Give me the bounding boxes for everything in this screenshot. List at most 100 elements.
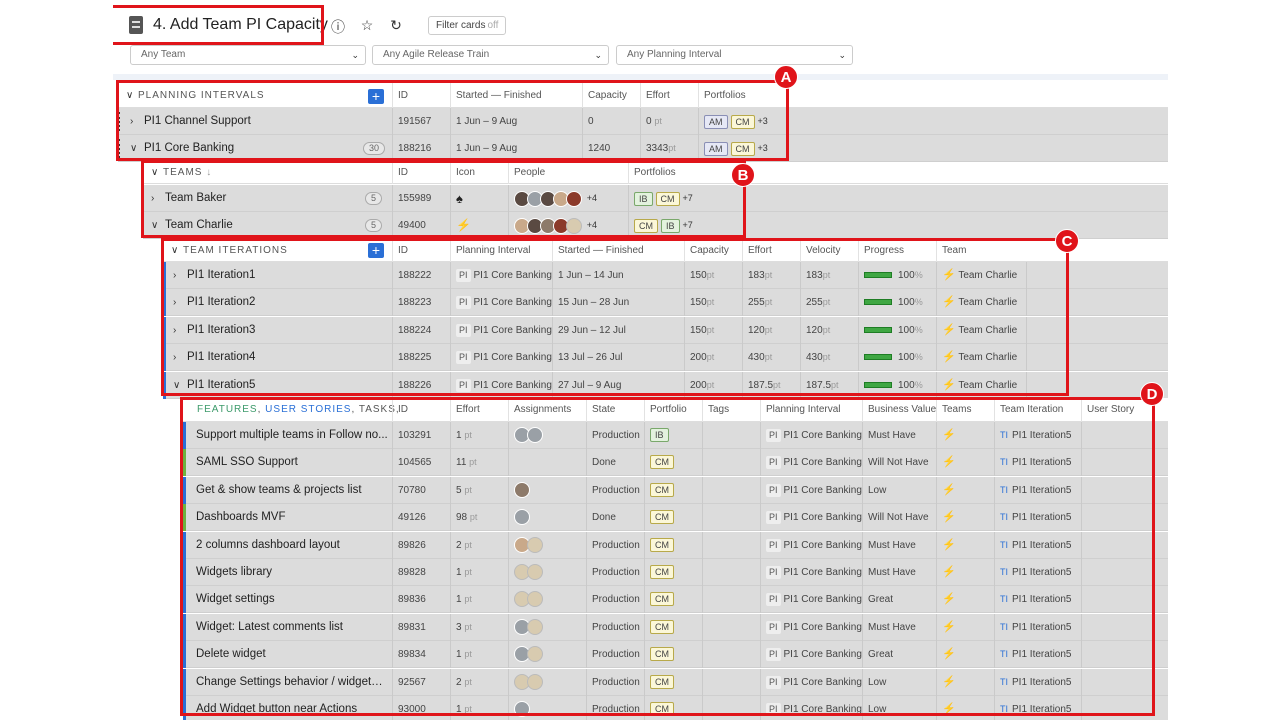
feature-name[interactable]: Support multiple teams in Follow no...: [196, 422, 388, 449]
col-capacity[interactable]: Capacity: [582, 83, 640, 108]
col-portfolios[interactable]: Portfolios: [628, 162, 718, 184]
feature-pi[interactable]: PI PI1 Core Banking: [760, 504, 862, 531]
feature-effort[interactable]: 2 pt: [450, 669, 508, 696]
col-dates[interactable]: Started — Finished: [450, 83, 582, 108]
chevron-right-icon[interactable]: ›: [151, 185, 165, 212]
feature-teams[interactable]: ⚡: [936, 532, 994, 559]
col-tags[interactable]: Tags: [702, 398, 760, 422]
feature-name[interactable]: Change Settings behavior / widgets ...: [196, 669, 388, 696]
feature-team-iteration[interactable]: TI PI1 Iteration5: [994, 449, 1081, 476]
feature-state[interactable]: Done: [586, 449, 644, 476]
team-name[interactable]: ∨ Team Charlie: [151, 212, 351, 239]
feature-user-story[interactable]: [1081, 696, 1168, 720]
chevron-right-icon[interactable]: ›: [130, 108, 144, 135]
col-id[interactable]: ID: [392, 83, 450, 108]
feature-effort[interactable]: 3 pt: [450, 614, 508, 641]
feature-tags[interactable]: [702, 477, 760, 504]
avatar[interactable]: [527, 591, 543, 608]
features-section[interactable]: FEATURES, USER STORIES, TASKS,: [197, 398, 400, 422]
feature-name[interactable]: SAML SSO Support: [196, 449, 388, 476]
col-portfolios[interactable]: Portfolios: [698, 83, 788, 108]
col-icon[interactable]: Icon: [450, 162, 508, 184]
filter-cards-toggle[interactable]: Filter cards off: [428, 16, 507, 35]
feature-row[interactable]: 2 columns dashboard layout 89826 2 pt Produ…: [183, 532, 1168, 559]
iteration-name[interactable]: › PI1 Iteration4: [173, 344, 383, 371]
feature-row[interactable]: Get & show teams & projects list 70780 5 p…: [183, 477, 1168, 504]
chevron-right-icon[interactable]: ›: [173, 262, 187, 289]
info-icon[interactable]: ⓘ: [330, 17, 346, 37]
pi-name[interactable]: ∨ PI1 Core Banking: [130, 135, 350, 162]
teams-section[interactable]: ∨ TEAMS ↓: [151, 162, 212, 184]
planning-intervals-section[interactable]: ∨ PLANNING INTERVALS: [126, 83, 265, 108]
feature-state[interactable]: Production: [586, 614, 644, 641]
feature-state[interactable]: Production: [586, 641, 644, 668]
portfolio-tag[interactable]: AM: [704, 114, 728, 129]
feature-team-iteration[interactable]: TI PI1 Iteration5: [994, 477, 1081, 504]
add-iteration-button[interactable]: +: [368, 243, 384, 258]
more-count[interactable]: +3: [758, 143, 768, 153]
portfolio-tag[interactable]: CM: [650, 620, 674, 635]
feature-user-story[interactable]: [1081, 504, 1168, 531]
col-portfolio[interactable]: Portfolio: [644, 398, 702, 422]
feature-assignments[interactable]: [508, 614, 586, 641]
feature-tags[interactable]: [702, 641, 760, 668]
feature-effort[interactable]: 1 pt: [450, 586, 508, 613]
feature-row[interactable]: Support multiple teams in Follow no... 10…: [183, 422, 1168, 449]
feature-pi[interactable]: PI PI1 Core Banking: [760, 477, 862, 504]
feature-user-story[interactable]: [1081, 449, 1168, 476]
col-team[interactable]: Team: [936, 239, 1026, 262]
col-people[interactable]: People: [508, 162, 628, 184]
iteration-capacity[interactable]: 200pt: [684, 372, 742, 399]
portfolio-tag[interactable]: IB: [634, 191, 653, 206]
feature-effort[interactable]: 1 pt: [450, 559, 508, 586]
people-more[interactable]: +4: [587, 193, 597, 203]
feature-row[interactable]: Widget: Latest comments list 89831 3 pt Pro…: [183, 614, 1168, 641]
feature-user-story[interactable]: [1081, 477, 1168, 504]
pi-row[interactable]: ∨ PI1 Core Banking 30 188216 1 Jun – 9 Au…: [118, 135, 1168, 162]
feature-tags[interactable]: [702, 696, 760, 720]
iteration-pi[interactable]: PI PI1 Core Banking: [450, 289, 552, 316]
avatar[interactable]: [566, 217, 582, 234]
feature-pi[interactable]: PI PI1 Core Banking: [760, 669, 862, 696]
portfolio-tag[interactable]: CM: [730, 141, 755, 156]
avatar[interactable]: [514, 701, 530, 718]
feature-assignments[interactable]: [508, 449, 586, 476]
pi-filter-dropdown[interactable]: Any Planning Interval ⌄: [616, 45, 853, 65]
feature-row[interactable]: Widget settings 89836 1 pt Production CM PI PI…: [183, 586, 1168, 613]
col-effort[interactable]: Effort: [742, 239, 800, 262]
feature-teams[interactable]: ⚡: [936, 449, 994, 476]
sort-arrow-icon[interactable]: ↓: [206, 167, 212, 178]
feature-pi[interactable]: PI PI1 Core Banking: [760, 449, 862, 476]
more-count[interactable]: +7: [683, 220, 693, 230]
chevron-right-icon[interactable]: ›: [173, 317, 187, 344]
feature-row[interactable]: Add Widget button near Actions 93000 1 pt P…: [183, 696, 1168, 720]
more-count[interactable]: +7: [683, 193, 693, 203]
feature-team-iteration[interactable]: TI PI1 Iteration5: [994, 532, 1081, 559]
team-row[interactable]: › Team Baker 5 155989 ♠ +4 IB CM +7: [143, 185, 1168, 212]
feature-name[interactable]: Add Widget button near Actions: [196, 696, 388, 720]
iteration-team[interactable]: ⚡ Team Charlie: [936, 262, 1026, 289]
iteration-team[interactable]: ⚡ Team Charlie: [936, 344, 1026, 371]
feature-user-story[interactable]: [1081, 559, 1168, 586]
chevron-down-icon[interactable]: ∨: [173, 372, 187, 399]
team-iteration-row[interactable]: › PI1 Iteration2 188223 PI PI1 Core Banking 1…: [163, 289, 1168, 316]
feature-assignments[interactable]: [508, 532, 586, 559]
iteration-name[interactable]: › PI1 Iteration3: [173, 317, 383, 344]
col-pi[interactable]: Planning Interval: [450, 239, 552, 262]
feature-user-story[interactable]: [1081, 614, 1168, 641]
feature-pi[interactable]: PI PI1 Core Banking: [760, 614, 862, 641]
drag-handle[interactable]: [118, 112, 122, 131]
iteration-team[interactable]: ⚡ Team Charlie: [936, 372, 1026, 399]
feature-name[interactable]: Widgets library: [196, 559, 388, 586]
iteration-capacity[interactable]: 150pt: [684, 262, 742, 289]
feature-user-story[interactable]: [1081, 586, 1168, 613]
feature-state[interactable]: Production: [586, 477, 644, 504]
feature-pi[interactable]: PI PI1 Core Banking: [760, 696, 862, 720]
col-team-iteration[interactable]: Team Iteration: [994, 398, 1081, 422]
chevron-right-icon[interactable]: ›: [173, 344, 187, 371]
feature-business-value[interactable]: Great: [862, 586, 936, 613]
feature-team-iteration[interactable]: TI PI1 Iteration5: [994, 641, 1081, 668]
feature-team-iteration[interactable]: TI PI1 Iteration5: [994, 559, 1081, 586]
portfolio-tag[interactable]: CM: [650, 702, 674, 717]
people-more[interactable]: +4: [587, 220, 597, 230]
